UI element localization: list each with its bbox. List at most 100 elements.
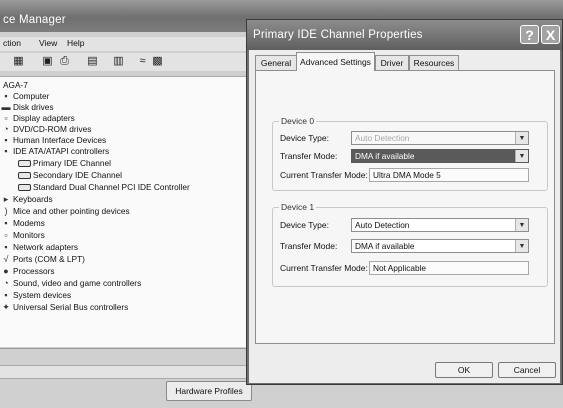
- device-0-transfer-mode-label: Transfer Mode:: [280, 151, 338, 161]
- tree-item-label: Sound, video and game controllers: [13, 278, 142, 288]
- tree-item-keyboards[interactable]: ▸ Keyboards: [1, 194, 53, 204]
- device-0-type-label: Device Type:: [280, 133, 329, 143]
- help-button[interactable]: ?: [520, 25, 539, 44]
- device-1-type-value: Auto Detection: [355, 220, 410, 230]
- computer-icon: ▪: [4, 91, 8, 101]
- tree-item-label: AGA-7: [3, 80, 28, 90]
- tree-item-label: Monitors: [13, 230, 45, 240]
- tree-item-primary-ide-channel[interactable]: Primary IDE Channel: [18, 158, 111, 168]
- tree-item-system-devices[interactable]: ▪ System devices: [1, 290, 71, 300]
- tree-item-mice[interactable]: ) Mice and other pointing devices: [1, 206, 130, 216]
- tree-item-secondary-ide-channel[interactable]: Secondary IDE Channel: [18, 170, 122, 180]
- scan-hardware-icon[interactable]: ▥: [112, 55, 125, 67]
- device-1-transfer-mode-combo[interactable]: DMA if available ▼: [351, 239, 529, 253]
- port-icon: √: [3, 254, 9, 264]
- tab-advanced-settings[interactable]: Advanced Settings: [296, 52, 375, 71]
- tree-item-disk-drives[interactable]: ▬ Disk drives: [1, 102, 54, 112]
- chevron-down-icon[interactable]: ▼: [515, 150, 528, 162]
- chevron-down-icon[interactable]: ▼: [515, 219, 528, 231]
- ide-channel-icon: [18, 159, 31, 167]
- help-icon[interactable]: ▤: [86, 55, 99, 67]
- hid-icon: ▪: [4, 135, 8, 145]
- close-button[interactable]: X: [541, 25, 560, 44]
- update-driver-icon[interactable]: ▣: [41, 55, 54, 67]
- device-0-legend: Device 0: [279, 116, 317, 126]
- tab-resources[interactable]: Resources: [409, 55, 459, 70]
- sound-icon: ◔: [3, 278, 9, 288]
- mouse-icon: ): [4, 206, 8, 216]
- tab-general[interactable]: General: [255, 55, 297, 70]
- chevron-down-icon[interactable]: ▼: [515, 240, 528, 252]
- advanced-settings-panel: Device 0 Device Type: Auto Detection ▼ T…: [255, 70, 555, 344]
- tree-item-display-adapters[interactable]: ▫ Display adapters: [1, 113, 75, 123]
- tree-item-label: IDE ATA/ATAPI controllers: [13, 146, 110, 156]
- dialog-body: General Advanced Settings Driver Resourc…: [249, 50, 560, 383]
- ok-button[interactable]: OK: [435, 362, 493, 378]
- tree-item-label: Secondary IDE Channel: [33, 170, 123, 180]
- device-0-current-mode-value: Ultra DMA Mode 5: [369, 168, 529, 182]
- disk-drive-icon: ▬: [1, 102, 11, 112]
- device-manager-menu-bar: ction View Help: [0, 37, 250, 51]
- device-1-type-label: Device Type:: [280, 220, 329, 230]
- tree-item-modems[interactable]: ▪ Modems: [1, 218, 45, 228]
- network-adapter-icon: ▪: [4, 242, 8, 252]
- tree-item-network-adapters[interactable]: ▪ Network adapters: [1, 242, 78, 252]
- device-manager-title: ce Manager: [3, 14, 66, 26]
- hardware-profiles-button[interactable]: Hardware Profiles: [166, 381, 252, 401]
- tree-item-dvd-drives[interactable]: ◔ DVD/CD-ROM drives: [1, 124, 91, 134]
- ide-controller-icon: ▪: [4, 146, 8, 156]
- dialog-title-bar[interactable]: Primary IDE Channel Properties ? X: [247, 20, 562, 50]
- tree-item-label: Modems: [13, 218, 45, 228]
- chevron-down-icon[interactable]: ▼: [515, 132, 528, 144]
- tree-item-label: DVD/CD-ROM drives: [13, 124, 92, 134]
- ide-channel-icon: [18, 183, 31, 191]
- primary-ide-channel-properties-dialog: Primary IDE Channel Properties ? X Gener…: [246, 19, 563, 385]
- tree-item-label: Universal Serial Bus controllers: [13, 302, 129, 312]
- dvd-drive-icon: ◔: [3, 124, 9, 134]
- properties-icon[interactable]: ▦: [12, 55, 25, 67]
- tree-item-pci-ide-controller[interactable]: Standard Dual Channel PCI IDE Controller: [18, 182, 190, 192]
- tree-item-label: Standard Dual Channel PCI IDE Controller: [33, 182, 190, 192]
- tab-driver[interactable]: Driver: [375, 55, 409, 70]
- tree-item-label: Ports (COM & LPT): [13, 254, 85, 264]
- tree-item-hid[interactable]: ▪ Human Interface Devices: [1, 135, 106, 145]
- device-1-type-combo[interactable]: Auto Detection ▼: [351, 218, 529, 232]
- tree-item-sound[interactable]: ◔ Sound, video and game controllers: [1, 278, 141, 288]
- device-1-current-mode-value: Not Applicable: [369, 261, 529, 275]
- device-0-type-value: Auto Detection: [355, 133, 410, 143]
- ide-channel-icon: [18, 171, 31, 179]
- cancel-button[interactable]: Cancel: [498, 362, 556, 378]
- device-0-current-mode-label: Current Transfer Mode:: [280, 170, 368, 180]
- device-1-group: Device 1 Device Type: Auto Detection ▼ T…: [272, 202, 548, 287]
- tree-item-label: Human Interface Devices: [13, 135, 107, 145]
- tree-item-label: System devices: [13, 290, 72, 300]
- tree-item-usb[interactable]: ✦ Universal Serial Bus controllers: [1, 302, 128, 312]
- tree-item-root[interactable]: AGA-7: [3, 80, 28, 90]
- uninstall-icon[interactable]: ≈: [136, 55, 149, 67]
- menu-view[interactable]: View: [39, 38, 57, 48]
- tree-item-processors[interactable]: ● Processors: [1, 266, 54, 276]
- print-icon[interactable]: ⎙: [58, 55, 71, 67]
- disable-icon[interactable]: ▩: [151, 55, 164, 67]
- device-manager-toolbar: ▦ ▣ ⎙ ▤ ▥ ≈ ▩: [0, 53, 250, 71]
- menu-action[interactable]: ction: [3, 38, 21, 48]
- dialog-title: Primary IDE Channel Properties: [253, 29, 423, 41]
- tree-item-label: Display adapters: [13, 113, 75, 123]
- system-device-icon: ▪: [4, 290, 8, 300]
- device-1-transfer-mode-label: Transfer Mode:: [280, 241, 338, 251]
- menu-help[interactable]: Help: [67, 38, 84, 48]
- device-tree[interactable]: AGA-7 ▪ Computer ▬ Disk drives ▫ Display…: [0, 76, 250, 347]
- device-0-transfer-mode-combo[interactable]: DMA if available ▼: [351, 149, 529, 163]
- tree-item-ide-controllers[interactable]: ▪ IDE ATA/ATAPI controllers: [1, 146, 109, 156]
- usb-icon: ✦: [2, 302, 10, 312]
- processor-icon: ●: [3, 266, 9, 276]
- device-1-legend: Device 1: [279, 202, 317, 212]
- tree-item-computer[interactable]: ▪ Computer: [1, 91, 49, 101]
- monitor-icon: ▫: [4, 230, 8, 240]
- tree-item-ports[interactable]: √ Ports (COM & LPT): [1, 254, 85, 264]
- tree-item-monitors[interactable]: ▫ Monitors: [1, 230, 45, 240]
- device-1-current-mode-label: Current Transfer Mode:: [280, 263, 368, 273]
- tree-item-label: Mice and other pointing devices: [13, 206, 130, 216]
- display-adapter-icon: ▫: [4, 113, 8, 123]
- device-0-type-combo[interactable]: Auto Detection ▼: [351, 131, 529, 145]
